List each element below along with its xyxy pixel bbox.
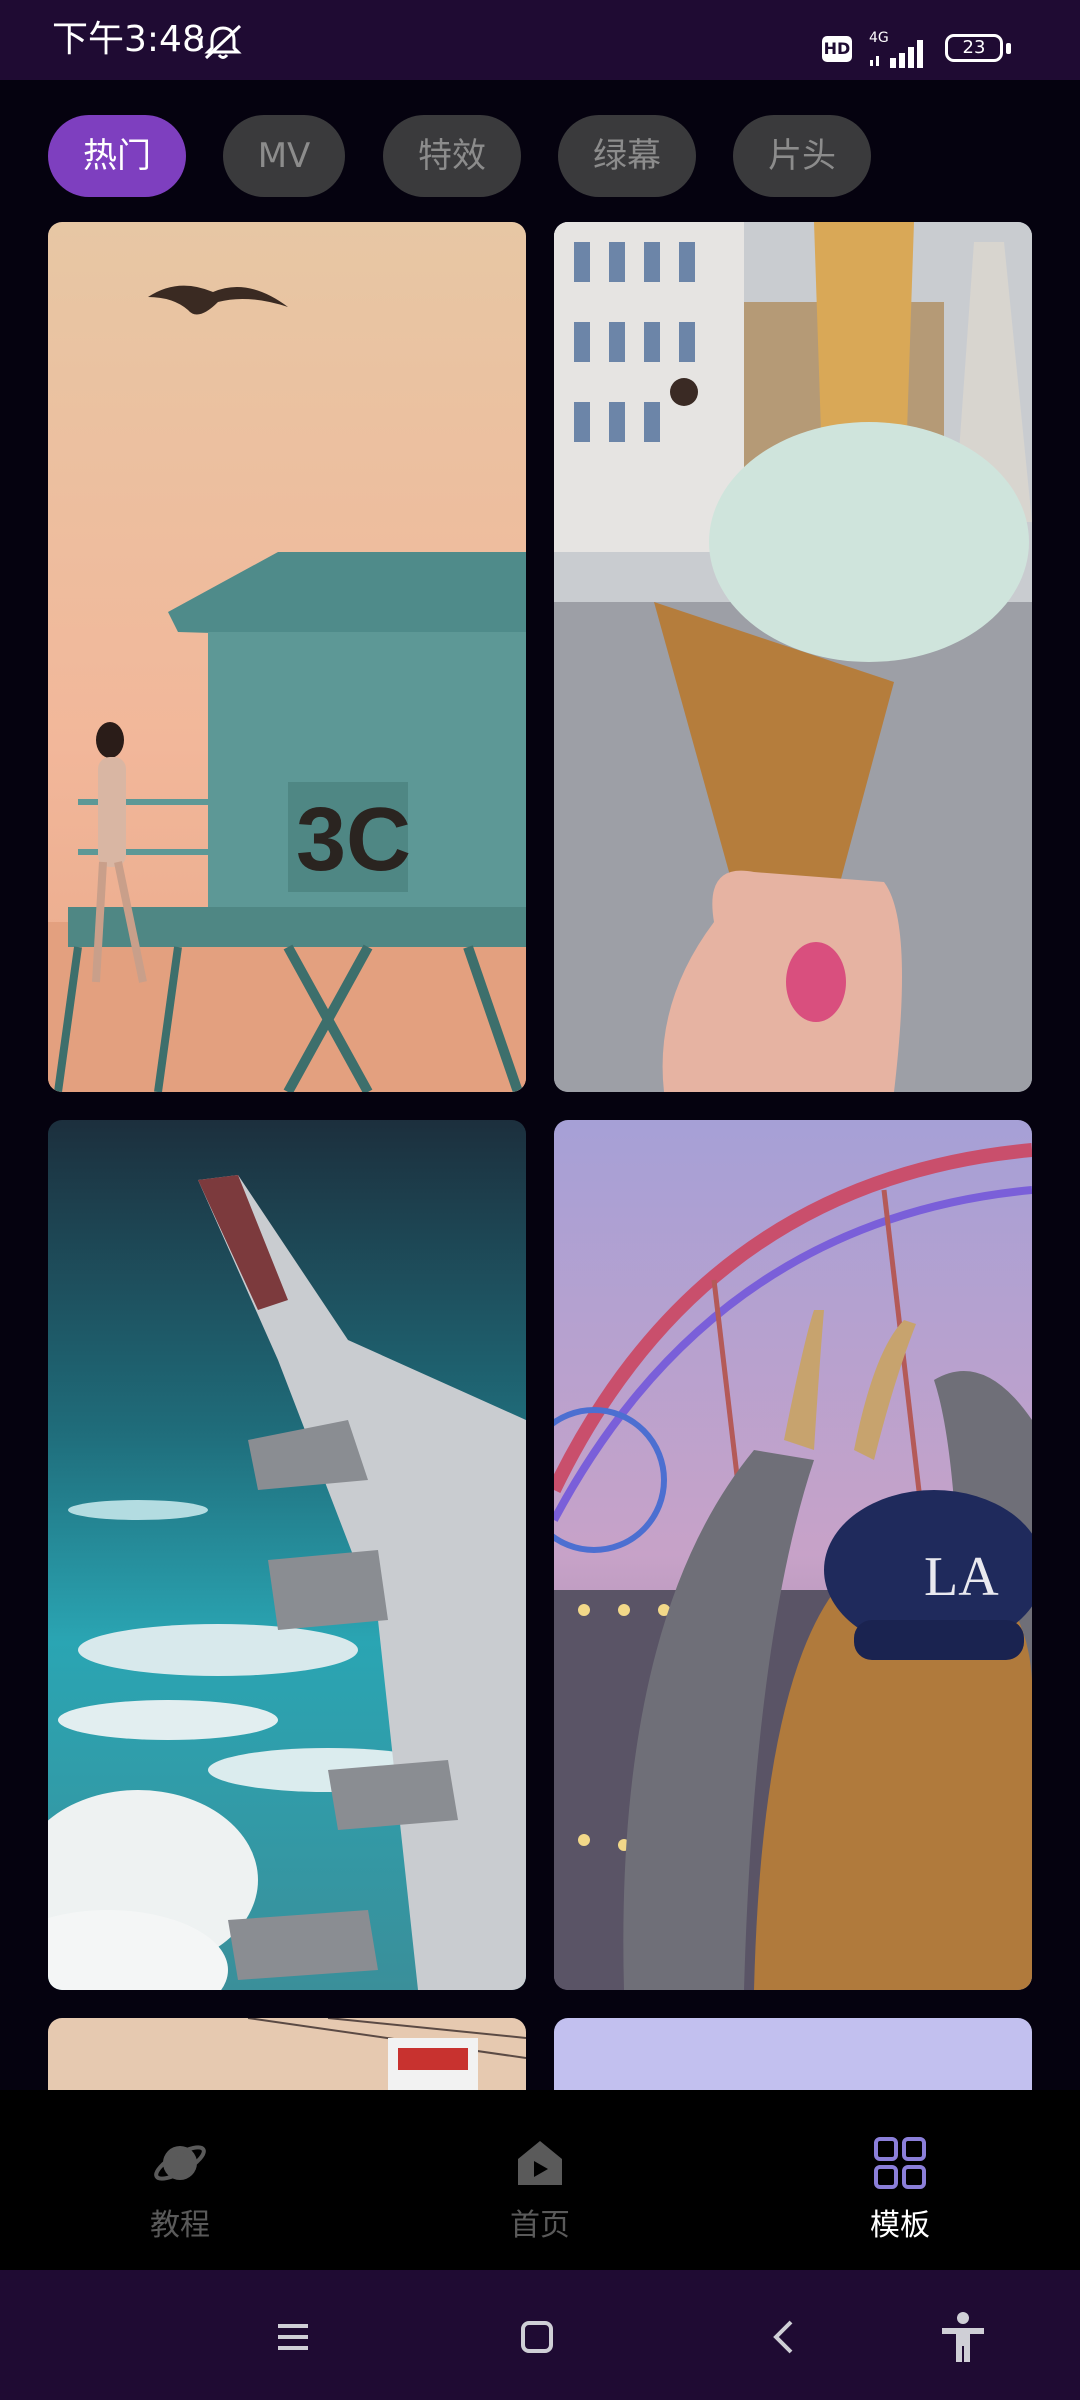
- system-nav-bar: [0, 2270, 1080, 2400]
- lifeguard-tower-image: 3C: [48, 222, 526, 1092]
- svg-text:3C: 3C: [296, 790, 411, 890]
- svg-text:LA: LA: [924, 1546, 999, 1608]
- nav-home-label: 首页: [510, 2208, 570, 2243]
- street-image: [48, 2018, 526, 2090]
- battery-icon: 23: [945, 34, 1015, 66]
- tab-mv[interactable]: MV: [223, 115, 345, 197]
- status-bar: 下午3:48 HD 4G 23: [0, 0, 1080, 80]
- menu-icon[interactable]: [266, 2310, 320, 2364]
- airplane-wing-image: [48, 1120, 526, 1990]
- template-card-airplane-wing[interactable]: [48, 1120, 526, 1990]
- grid-icon: [874, 2137, 926, 2189]
- back-icon[interactable]: [758, 2310, 812, 2364]
- tab-intro[interactable]: 片头: [733, 115, 871, 197]
- nav-templates[interactable]: 模板: [800, 2090, 1000, 2270]
- tab-green-screen[interactable]: 绿幕: [558, 115, 696, 197]
- accessibility-icon[interactable]: [936, 2310, 990, 2364]
- bottom-nav: 教程 首页 模板: [0, 2090, 1080, 2270]
- ice-cream-image: [554, 222, 1032, 1092]
- rollercoaster-image: LA: [554, 1120, 1032, 1990]
- status-time: 下午3:48: [52, 19, 205, 60]
- template-card-ice-cream[interactable]: [554, 222, 1032, 1092]
- planet-icon: [154, 2145, 206, 2181]
- nav-templates-label: 模板: [870, 2208, 930, 2243]
- mute-icon: [200, 24, 242, 60]
- battery-level: 23: [945, 34, 1003, 62]
- template-card-street[interactable]: [48, 2018, 526, 2090]
- nav-home[interactable]: 首页: [440, 2090, 640, 2270]
- template-card-rollercoaster[interactable]: LA: [554, 1120, 1032, 1990]
- home-square-icon[interactable]: [510, 2310, 564, 2364]
- category-tabs: 热门 MV 特效 绿幕 片头: [0, 115, 1080, 200]
- sky-image: [554, 2018, 1032, 2090]
- hd-icon: HD: [822, 36, 852, 62]
- nav-tutorial[interactable]: 教程: [80, 2090, 280, 2270]
- battery-tip: [1006, 43, 1011, 54]
- signal-icon: [870, 40, 923, 68]
- home-play-icon: [518, 2141, 562, 2185]
- nav-tutorial-label: 教程: [150, 2208, 210, 2243]
- template-card-sky[interactable]: [554, 2018, 1032, 2090]
- template-card-lifeguard-tower[interactable]: 3C: [48, 222, 526, 1092]
- tab-effects[interactable]: 特效: [383, 115, 521, 197]
- tab-hot[interactable]: 热门: [48, 115, 186, 197]
